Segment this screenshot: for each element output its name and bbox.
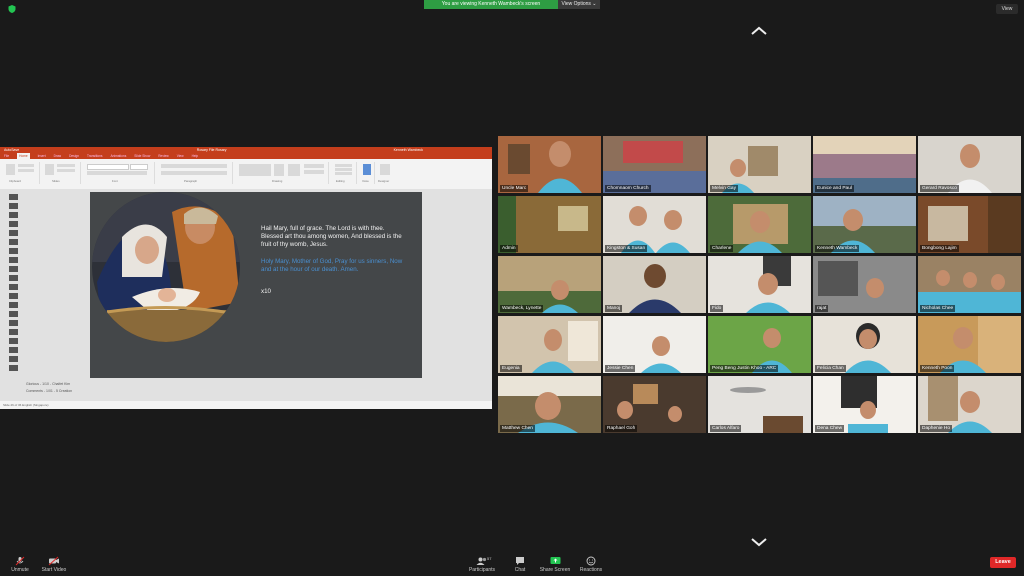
participant-tile[interactable]: Admin xyxy=(498,196,601,253)
ribbon-group-slides[interactable]: Slides xyxy=(42,162,81,184)
view-button[interactable]: View xyxy=(996,4,1018,14)
participant-tile[interactable]: Kenneth Poon xyxy=(918,316,1021,373)
participant-tile[interactable]: Gerard Ravosco xyxy=(918,136,1021,193)
participants-button[interactable]: Participants 57 xyxy=(462,556,502,573)
participants-count: 57 xyxy=(487,556,492,561)
participant-tile[interactable]: Dena Chew xyxy=(813,376,916,433)
video-off-icon xyxy=(48,556,59,566)
participant-tile[interactable]: rajat xyxy=(813,256,916,313)
chat-button[interactable]: Chat xyxy=(500,556,540,573)
slide-prayer-hail-mary: Hail Mary, full of grace. The Lord is wi… xyxy=(261,225,402,248)
participant-tile[interactable]: Kingston & Susan xyxy=(603,196,706,253)
notes-line: Comments - 1/01 - 5 Creation xyxy=(26,389,73,393)
ribbon-group-paragraph[interactable]: Paragraph xyxy=(158,162,233,184)
share-screen-icon xyxy=(550,557,560,564)
participant-tile[interactable]: Daphenie Ho xyxy=(918,376,1021,433)
participant-tile[interactable]: Melvin Gay xyxy=(708,136,811,193)
participant-tile[interactable]: Chomnaom Church xyxy=(603,136,706,193)
leave-button[interactable]: Leave xyxy=(990,557,1016,568)
slide-thumbnails[interactable] xyxy=(2,191,20,393)
reactions-icon xyxy=(586,556,596,566)
participant-gallery: Uncle Marc Chomnaom Church Melvin Gay Eu… xyxy=(498,136,1022,436)
participant-tile[interactable]: Nicholas Chee xyxy=(918,256,1021,313)
chat-icon xyxy=(516,557,524,565)
slide-repeat-count: x10 xyxy=(261,288,271,295)
autosave-label: AutoSave xyxy=(4,148,20,152)
ribbon-group-voice[interactable]: Voice xyxy=(360,162,375,184)
participant-tile[interactable]: Eugenia xyxy=(498,316,601,373)
participant-tile[interactable]: Fido xyxy=(708,256,811,313)
ribbon-group-editing[interactable]: Editing xyxy=(332,162,357,184)
participant-tile[interactable]: Eunice and Paul xyxy=(813,136,916,193)
participant-tile[interactable]: Peng Beng Justin Khoo - ARC xyxy=(708,316,811,373)
participant-tile[interactable]: Jessie Chen xyxy=(603,316,706,373)
participant-tile[interactable]: Felicia Chan xyxy=(813,316,916,373)
ribbon-group-clipboard[interactable]: Clipboard xyxy=(3,162,40,184)
viewing-banner: You are viewing Kenneth Wambeck's screen xyxy=(424,0,558,9)
shared-screen: AutoSave Rosary File Rosary Kenneth Wamb… xyxy=(0,147,492,409)
nativity-image xyxy=(92,192,240,342)
participant-tile[interactable]: Bongbong Lajim xyxy=(918,196,1021,253)
ppt-editor: Hail Mary, full of grace. The Lord is wi… xyxy=(0,189,492,401)
notes-line: Glorious - 1/10 - Chaifet Kim xyxy=(26,382,71,386)
participant-tile[interactable]: Raphael Goh xyxy=(603,376,706,433)
speaker-notes[interactable]: Glorious - 1/10 - Chaifet Kim Comments -… xyxy=(26,381,72,395)
chevron-down-icon[interactable] xyxy=(750,537,768,547)
participant-tile[interactable]: Kenneth Wambeck xyxy=(813,196,916,253)
meeting-toolbar: Unmute Start Video Participants 57 Chat … xyxy=(0,554,1024,576)
ribbon-group-designer[interactable]: Designer xyxy=(377,162,393,184)
ppt-ribbon: Clipboard Slides Font Paragraph Drawing xyxy=(0,159,492,190)
security-shield-icon[interactable] xyxy=(8,5,16,13)
reactions-button[interactable]: Reactions xyxy=(571,556,611,573)
share-screen-button[interactable]: Share Screen xyxy=(535,556,575,573)
participant-tile[interactable]: Uncle Marc xyxy=(498,136,601,193)
muted-microphone-icon xyxy=(15,556,25,566)
participant-tile[interactable]: Carlos Alfaro xyxy=(708,376,811,433)
participant-tile[interactable]: Manoj xyxy=(603,256,706,313)
chevron-up-icon[interactable] xyxy=(750,26,768,36)
participant-tile[interactable]: Charlene xyxy=(708,196,811,253)
ppt-user: Kenneth Wambeck xyxy=(393,148,424,152)
ppt-file-name: Rosary File Rosary xyxy=(196,148,227,152)
current-slide[interactable]: Hail Mary, full of grace. The Lord is wi… xyxy=(90,192,422,378)
start-video-button[interactable]: Start Video xyxy=(34,556,74,573)
ppt-title-bar: AutoSave Rosary File Rosary Kenneth Wamb… xyxy=(0,147,492,153)
participant-tile[interactable]: Matthew Chen xyxy=(498,376,601,433)
participant-tile[interactable]: Wambeck, Lynette xyxy=(498,256,601,313)
slide-prayer-holy-mary: Holy Mary, Mother of God, Pray for us si… xyxy=(261,258,403,273)
ribbon-group-drawing[interactable]: Drawing xyxy=(236,162,329,184)
ppt-status-bar: Slide 26 of 36 English (Singapore) xyxy=(0,401,492,409)
view-options-button[interactable]: View Options ⌄ xyxy=(558,0,600,9)
ribbon-group-font[interactable]: Font xyxy=(84,162,155,184)
